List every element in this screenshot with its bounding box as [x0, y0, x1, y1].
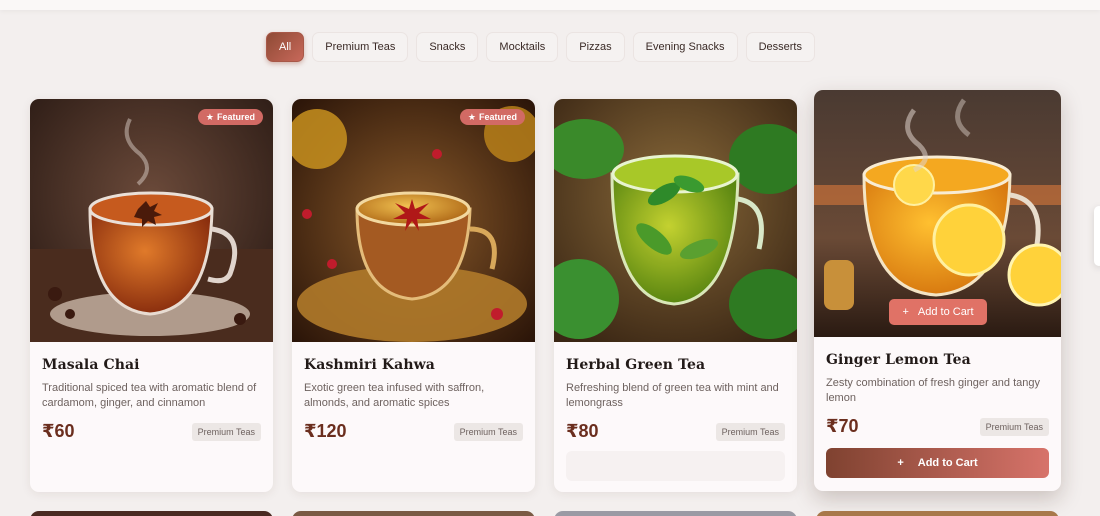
- product-card[interactable]: ★ Featured Masala Chai Traditional spice…: [30, 99, 273, 492]
- product-image: ★ Featured: [30, 99, 273, 342]
- category-tag: Premium Teas: [191, 422, 261, 441]
- product-price: ₹60: [42, 421, 75, 441]
- side-panel-handle[interactable]: [1094, 206, 1100, 266]
- filter-chip-evening-snacks[interactable]: Evening Snacks: [632, 32, 738, 62]
- product-card[interactable]: Herbal Green Tea Refreshing blend of gre…: [554, 99, 797, 492]
- product-title: Masala Chai: [42, 357, 140, 373]
- filter-chip-premium-teas[interactable]: Premium Teas: [312, 32, 409, 62]
- category-filter-bar: All Premium Teas Snacks Mocktails Pizzas…: [266, 32, 815, 62]
- top-header-bar: [0, 0, 1100, 10]
- filter-chip-all[interactable]: All: [266, 32, 305, 62]
- product-price: ₹70: [826, 416, 859, 436]
- product-description: Exotic green tea infused with saffron, a…: [304, 382, 485, 409]
- product-title: Herbal Green Tea: [566, 357, 706, 373]
- quick-add-to-cart-button[interactable]: + Add to Cart: [889, 299, 987, 325]
- product-description: Traditional spiced tea with aromatic ble…: [42, 382, 257, 409]
- featured-badge: ★ Featured: [459, 109, 525, 125]
- category-tag: Premium Teas: [453, 422, 523, 441]
- product-card-partial: [554, 511, 797, 516]
- add-to-cart-button[interactable]: + Add to Cart: [826, 448, 1049, 478]
- featured-badge: ★ Featured: [197, 109, 263, 125]
- product-card-partial: [816, 511, 1059, 516]
- product-title: Kashmiri Kahwa: [304, 357, 435, 373]
- filter-chip-pizzas[interactable]: Pizzas: [566, 32, 625, 62]
- star-icon: ★: [205, 111, 214, 122]
- plus-icon: +: [902, 306, 909, 318]
- product-card[interactable]: ★ Featured Kashmiri Kahwa Exotic green t…: [292, 99, 535, 492]
- product-description: Zesty combination of fresh ginger and ta…: [826, 377, 1041, 404]
- product-price: ₹120: [304, 421, 347, 441]
- category-tag: Premium Teas: [979, 417, 1049, 436]
- add-to-cart-button-placeholder: [566, 451, 785, 481]
- product-card-partial: [292, 511, 535, 516]
- product-price: ₹80: [566, 421, 599, 441]
- product-card[interactable]: + Add to Cart Ginger Lemon Tea Zesty com…: [814, 90, 1061, 491]
- product-card-partial: [30, 511, 273, 516]
- plus-icon: +: [897, 457, 904, 469]
- filter-chip-snacks[interactable]: Snacks: [416, 32, 479, 62]
- filter-chip-desserts[interactable]: Desserts: [745, 32, 815, 62]
- filter-chip-mocktails[interactable]: Mocktails: [486, 32, 559, 62]
- category-tag: Premium Teas: [715, 422, 785, 441]
- product-title: Ginger Lemon Tea: [826, 352, 971, 368]
- product-description: Refreshing blend of green tea with mint …: [566, 382, 779, 409]
- product-image: ★ Featured: [292, 99, 535, 342]
- product-image: + Add to Cart: [814, 90, 1061, 337]
- star-icon: ★: [467, 111, 476, 122]
- product-image: [554, 99, 797, 342]
